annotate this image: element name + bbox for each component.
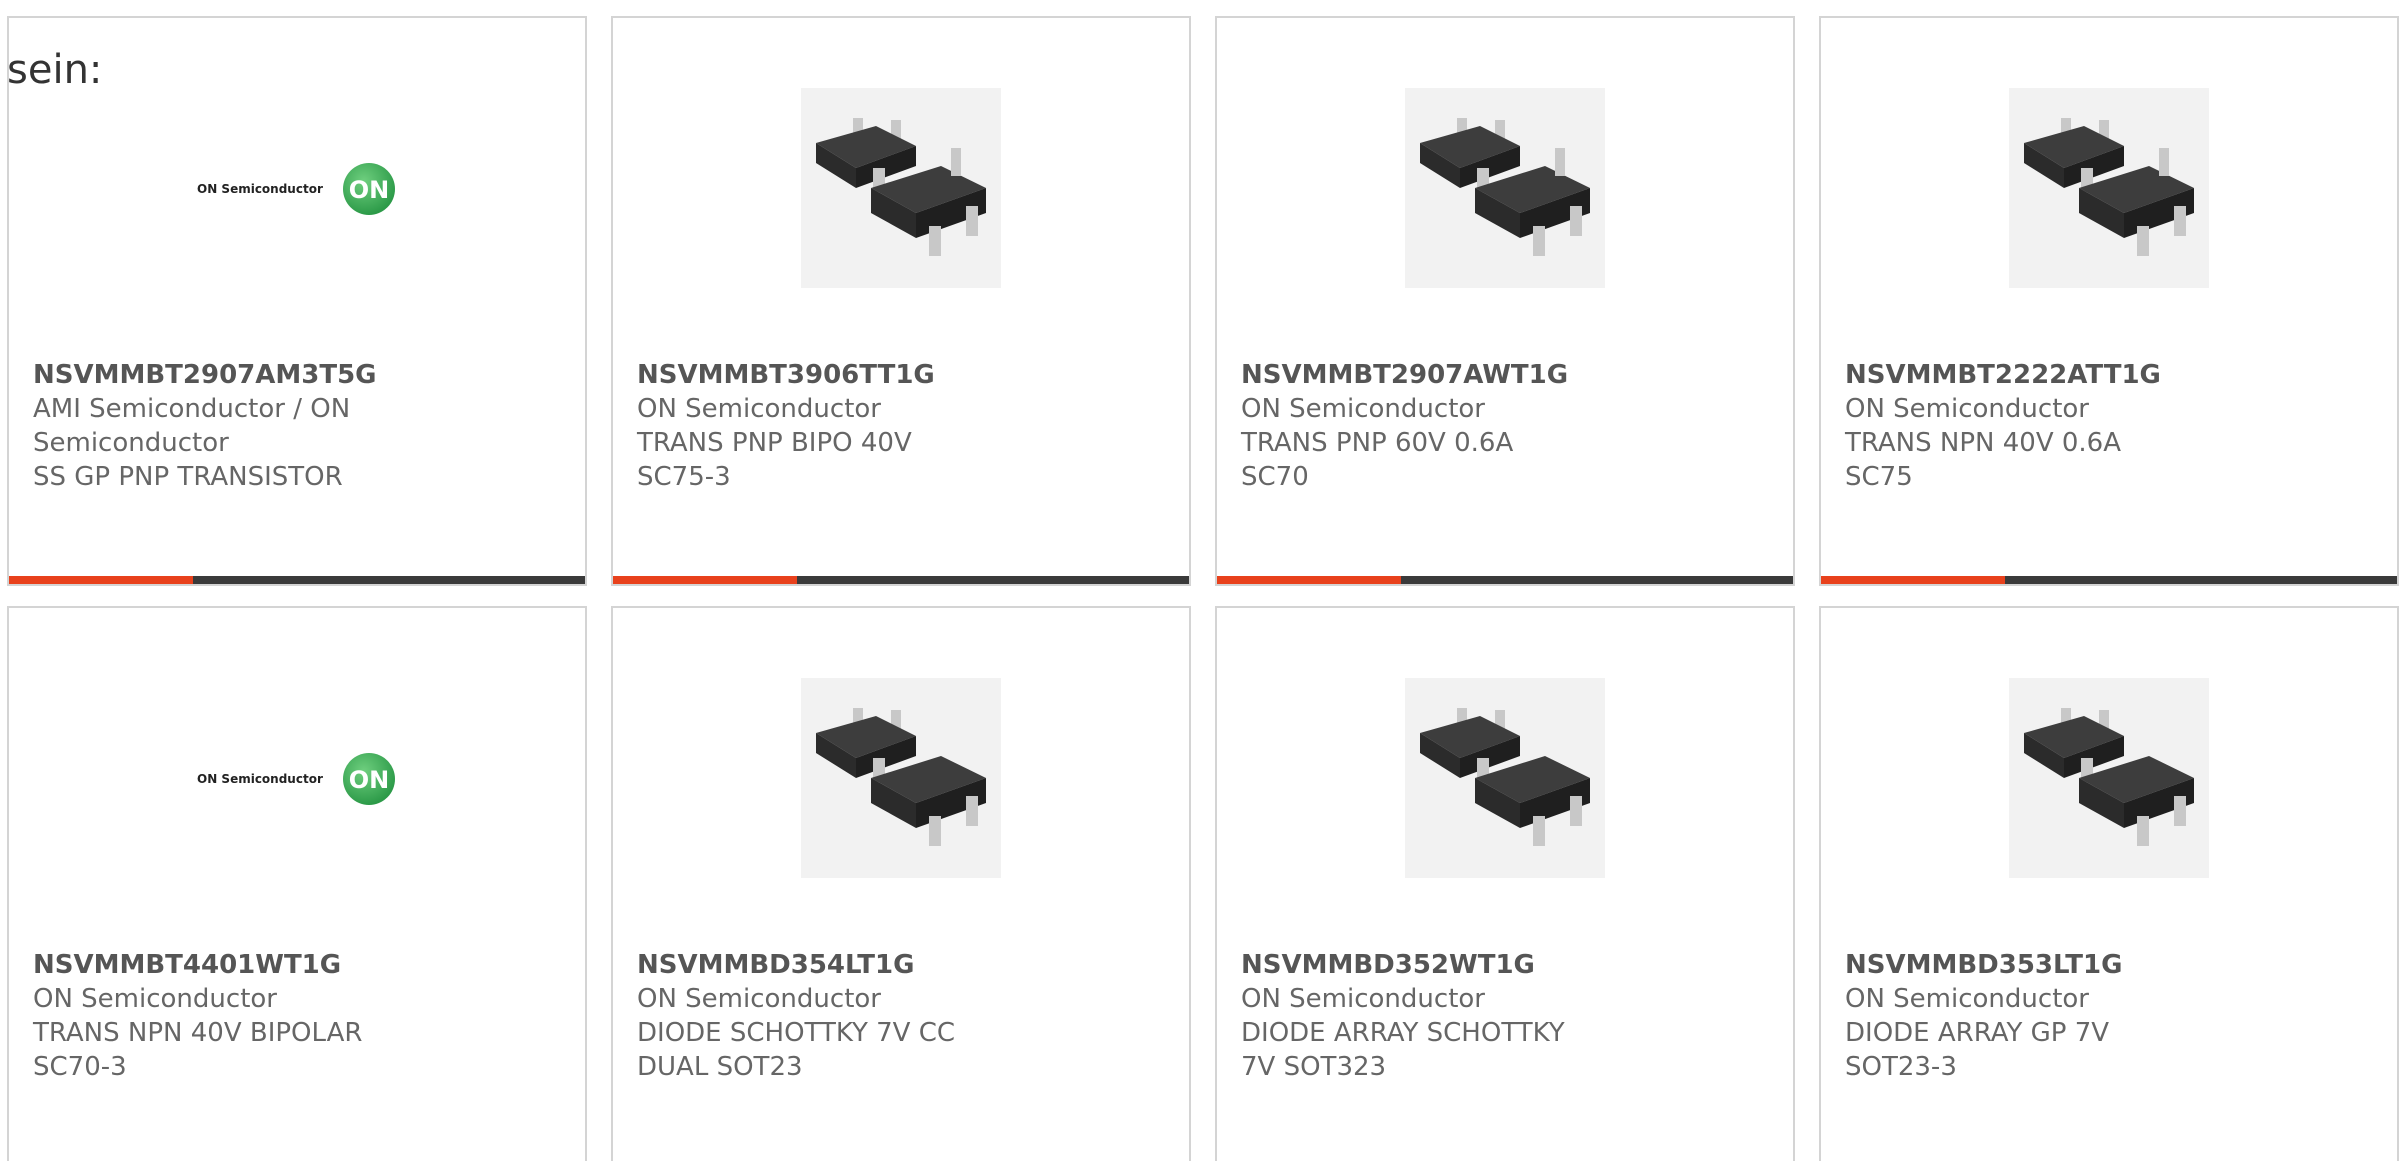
card-bottom-bar: [9, 576, 585, 584]
manufacturer-name: ON Semiconductor: [1241, 394, 1485, 424]
product-card[interactable]: ON Semiconductor ON NSVMMBT2907AM3T5G AMI S…: [7, 16, 587, 586]
product-card[interactable]: NSVMMBD352WT1G ON Semiconductor DIODE ARRA…: [1215, 606, 1795, 1161]
product-description: DIODE ARRAY GP 7V SOT23-3: [1845, 1018, 2110, 1082]
product-info: NSVMMBT2907AWT1G ON Semiconductor TRANS PN…: [1241, 358, 1769, 494]
logo-mark: ON: [349, 176, 390, 204]
transistor-package-icon: [1420, 118, 1590, 256]
manufacturer-name: ON Semiconductor: [637, 394, 881, 424]
logo-wordmark: ON Semiconductor: [197, 182, 323, 196]
logo-wordmark: ON Semiconductor: [197, 772, 323, 786]
card-bottom-bar: [1821, 576, 2397, 584]
product-info: NSVMMBT4401WT1G ON Semiconductor TRANS NPN…: [33, 948, 561, 1084]
product-description: DIODE ARRAY SCHOTTKY 7V SOT323: [1241, 1018, 1565, 1082]
product-info: NSVMMBT3906TT1G ON Semiconductor TRANS PNP…: [637, 358, 1165, 494]
diode-package-icon: [2024, 708, 2194, 846]
product-card[interactable]: NSVMMBD353LT1G ON Semiconductor DIODE ARRA…: [1819, 606, 2399, 1161]
transistor-package-icon: [816, 118, 986, 256]
product-description: TRANS PNP 60V 0.6A SC70: [1241, 428, 1514, 492]
transistor-package-icon: [2024, 118, 2194, 256]
product-card[interactable]: NSVMMBT2907AWT1G ON Semiconductor TRANS PN…: [1215, 16, 1795, 586]
product-card[interactable]: ON Semiconductor ON NSVMMBT4401WT1G ON Semi…: [7, 606, 587, 1161]
part-number-link[interactable]: NSVMMBD354LT1G: [637, 948, 1165, 982]
product-image[interactable]: [2009, 678, 2209, 878]
manufacturer-name: ON Semiconductor: [1845, 394, 2089, 424]
card-bar-accent: [9, 576, 193, 584]
product-image[interactable]: [1405, 88, 1605, 288]
product-description: DIODE SCHOTTKY 7V CC DUAL SOT23: [637, 1018, 956, 1082]
product-image[interactable]: [2009, 88, 2209, 288]
intro-text: sein:: [7, 47, 103, 93]
card-bar-accent: [613, 576, 797, 584]
on-semiconductor-logo-icon: ON Semiconductor ON: [197, 163, 395, 215]
card-bottom-bar: [613, 576, 1189, 584]
product-card[interactable]: NSVMMBT3906TT1G ON Semiconductor TRANS PNP…: [611, 16, 1191, 586]
part-number-link[interactable]: NSVMMBD353LT1G: [1845, 948, 2373, 982]
manufacturer-name: ON Semiconductor: [1241, 984, 1485, 1014]
product-description: TRANS NPN 40V BIPOLAR SC70-3: [33, 1018, 363, 1082]
part-number-link[interactable]: NSVMMBT2907AM3T5G: [33, 358, 561, 392]
card-bar-accent: [1821, 576, 2005, 584]
product-info: NSVMMBD352WT1G ON Semiconductor DIODE ARRA…: [1241, 948, 1769, 1084]
logo-mark: ON: [349, 766, 390, 794]
diode-package-icon: [816, 708, 986, 846]
manufacturer-name: ON Semiconductor: [33, 984, 277, 1014]
product-grid-page: sein: ON Semiconductor ON NSVMMBT2907AM3T5…: [0, 0, 2400, 1161]
card-bar-rest: [193, 576, 585, 584]
product-info: NSVMMBT2907AM3T5G AMI Semiconductor / ON …: [33, 358, 561, 494]
card-bar-rest: [797, 576, 1189, 584]
product-description: SS GP PNP TRANSISTOR: [33, 462, 343, 492]
product-image[interactable]: [801, 88, 1001, 288]
part-number-link[interactable]: NSVMMBT3906TT1G: [637, 358, 1165, 392]
diode-package-icon: [1420, 708, 1590, 846]
product-description: TRANS PNP BIPO 40V SC75-3: [637, 428, 912, 492]
manufacturer-name: AMI Semiconductor / ON Semiconductor: [33, 394, 351, 458]
product-image[interactable]: ON Semiconductor ON: [197, 88, 397, 288]
product-info: NSVMMBT2222ATT1G ON Semiconductor TRANS NP…: [1845, 358, 2373, 494]
card-bar-rest: [1401, 576, 1793, 584]
manufacturer-name: ON Semiconductor: [1845, 984, 2089, 1014]
product-card[interactable]: NSVMMBD354LT1G ON Semiconductor DIODE SCHO…: [611, 606, 1191, 1161]
product-info: NSVMMBD353LT1G ON Semiconductor DIODE ARRA…: [1845, 948, 2373, 1084]
manufacturer-name: ON Semiconductor: [637, 984, 881, 1014]
card-bar-accent: [1217, 576, 1401, 584]
product-image[interactable]: ON Semiconductor ON: [197, 678, 397, 878]
product-image[interactable]: [801, 678, 1001, 878]
product-image[interactable]: [1405, 678, 1605, 878]
product-info: NSVMMBD354LT1G ON Semiconductor DIODE SCHO…: [637, 948, 1165, 1084]
part-number-link[interactable]: NSVMMBT4401WT1G: [33, 948, 561, 982]
card-bar-rest: [2005, 576, 2397, 584]
part-number-link[interactable]: NSVMMBT2907AWT1G: [1241, 358, 1769, 392]
card-bottom-bar: [1217, 576, 1793, 584]
product-description: TRANS NPN 40V 0.6A SC75: [1845, 428, 2122, 492]
part-number-link[interactable]: NSVMMBD352WT1G: [1241, 948, 1769, 982]
on-semiconductor-logo-icon: ON Semiconductor ON: [197, 753, 395, 805]
part-number-link[interactable]: NSVMMBT2222ATT1G: [1845, 358, 2373, 392]
product-card[interactable]: NSVMMBT2222ATT1G ON Semiconductor TRANS NP…: [1819, 16, 2399, 586]
